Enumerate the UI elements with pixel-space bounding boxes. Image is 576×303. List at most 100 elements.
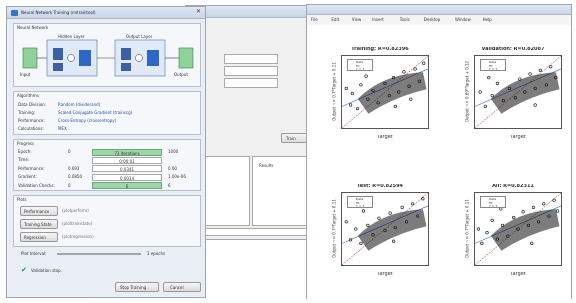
cancel-label: Cancel bbox=[170, 285, 184, 290]
progress-start: 0 bbox=[68, 182, 71, 188]
data-point bbox=[400, 205, 404, 209]
bg-field-2[interactable] bbox=[224, 66, 278, 76]
progress-row: Validation Checks: 0 6 6 bbox=[18, 182, 198, 190]
x-axis-label: Target bbox=[510, 272, 526, 277]
hidden-layer-label: Hidden Layer bbox=[58, 34, 85, 39]
data-point bbox=[490, 218, 494, 222]
legend-entry: Y = T bbox=[489, 68, 498, 71]
bg-field-1[interactable] bbox=[224, 54, 278, 64]
algorithm-key: Performance: bbox=[18, 118, 45, 123]
progress-target: 1000 bbox=[168, 149, 179, 154]
y-axis-label: Output ~= 0.69*Target + 0.12 bbox=[464, 60, 470, 123]
data-point bbox=[528, 72, 532, 76]
menu-item[interactable]: File bbox=[311, 17, 318, 22]
progress-bar: 0.0034 bbox=[92, 173, 162, 181]
data-point bbox=[485, 230, 489, 235]
network-section-title: Neural Network bbox=[17, 25, 49, 30]
progress-current: 0.0034 bbox=[120, 175, 134, 181]
hidden-weight-box bbox=[53, 48, 63, 60]
close-icon[interactable]: ✕ bbox=[196, 9, 201, 14]
plot-training-state-button[interactable]: Training State bbox=[20, 219, 58, 229]
plot-legend: Data Fit Y = T bbox=[347, 59, 373, 71]
bg-train-button-label: Train bbox=[286, 136, 296, 141]
plot-regression-button[interactable]: Regression bbox=[20, 232, 58, 242]
data-point bbox=[552, 198, 556, 202]
plot-performance-button[interactable]: Performance bbox=[20, 206, 58, 216]
progress-row: Performance: 0.693 0.0341 0.00 bbox=[18, 165, 198, 173]
algorithm-row: Data Division: Random (dividerand) bbox=[18, 101, 198, 109]
plot-interval-value: 1 epochs bbox=[147, 251, 166, 256]
menu-item[interactable]: Desktop bbox=[424, 17, 441, 22]
app-icon bbox=[11, 10, 18, 16]
bg-list-1[interactable] bbox=[204, 156, 250, 226]
legend-entry: Y = T bbox=[356, 68, 365, 71]
menu-item[interactable]: Edit bbox=[331, 17, 339, 22]
data-density-cloud bbox=[490, 209, 560, 251]
data-point bbox=[422, 61, 426, 65]
x-axis-label: Target bbox=[377, 272, 393, 277]
progress-current: 6 bbox=[125, 184, 129, 190]
progress-key: Validation Checks: bbox=[18, 182, 55, 188]
progress-bar: 6 bbox=[92, 182, 162, 190]
regression-plot-title: Validation: R=0.82087 bbox=[481, 47, 545, 52]
data-point bbox=[542, 202, 546, 206]
bg-dropdown[interactable] bbox=[204, 228, 312, 236]
hidden-transfer-box bbox=[79, 50, 91, 66]
tool-titlebar: Neural Network Training (nntraintool) ✕ bbox=[7, 7, 205, 19]
figure-window: File Edit View Insert Tools Desktop Window Help… bbox=[306, 4, 572, 299]
progress-row: Gradient: 0.0850 0.0034 1.00e-06 bbox=[18, 173, 198, 181]
cancel-button[interactable]: Cancel bbox=[163, 282, 201, 292]
plot-button-row: Training State (plottrainstate) bbox=[20, 218, 200, 231]
data-point bbox=[487, 76, 491, 80]
hidden-bias-box bbox=[53, 63, 63, 71]
tool-title: Neural Network Training (nntraintool) bbox=[21, 10, 96, 15]
output-transfer-box bbox=[147, 50, 159, 66]
data-point bbox=[476, 227, 481, 231]
bg-field-3[interactable] bbox=[224, 78, 278, 88]
data-point bbox=[350, 91, 354, 96]
plots-section-title: Plots bbox=[17, 197, 27, 202]
progress-current: 0.0341 bbox=[120, 167, 134, 173]
algorithm-value: Scaled Conjugate Gradient (trainscg) bbox=[58, 110, 133, 115]
algorithm-value: Random (dividerand) bbox=[58, 102, 101, 107]
algorithm-row: Performance: Cross-Entropy (crossentropy) bbox=[18, 117, 198, 125]
data-point bbox=[478, 90, 482, 94]
data-point bbox=[413, 67, 417, 71]
y-axis-label: Output ~= 0.7*Target + 0.11 bbox=[331, 62, 337, 121]
figure-canvas: Training: R=0.82396 Data Fit Y = T Target Out… bbox=[307, 25, 571, 299]
menu-item[interactable]: Insert bbox=[372, 17, 383, 22]
menu-item[interactable]: Tools bbox=[400, 17, 410, 22]
progress-key: Epoch: bbox=[18, 149, 32, 154]
plot-interval-slider[interactable] bbox=[57, 253, 141, 255]
data-point bbox=[388, 211, 392, 215]
menu-item[interactable]: Window bbox=[455, 17, 471, 22]
regression-plot-title: All: R=0.82311 bbox=[492, 184, 534, 189]
output-block bbox=[178, 47, 194, 69]
plot-button-hint: (plotregression) bbox=[62, 234, 94, 239]
data-point bbox=[364, 74, 368, 78]
bg-list-2[interactable]: Results bbox=[252, 156, 312, 226]
data-point bbox=[555, 209, 560, 213]
progress-start: 0.693 bbox=[68, 165, 80, 171]
output-layer-label: Output Layer bbox=[126, 34, 153, 39]
stop-training-label: Stop Training bbox=[120, 285, 147, 290]
data-point bbox=[344, 86, 348, 91]
figure-titlebar bbox=[307, 5, 571, 15]
data-point bbox=[359, 241, 363, 246]
regression-plot-title: Test: R=0.82594 bbox=[356, 184, 404, 189]
data-point bbox=[538, 68, 542, 72]
menu-item[interactable]: Help bbox=[483, 17, 492, 22]
data-point bbox=[421, 197, 425, 201]
data-point bbox=[495, 81, 499, 85]
data-point bbox=[359, 83, 363, 87]
algorithms-list: Data Division: Random (dividerand) Trainin… bbox=[18, 101, 198, 133]
algorithms-section-title: Algorithms bbox=[17, 93, 39, 98]
menu-item[interactable]: View bbox=[352, 17, 362, 22]
progress-target: 6 bbox=[168, 182, 171, 188]
data-point bbox=[530, 241, 534, 246]
stop-training-button[interactable]: Stop Training bbox=[115, 282, 159, 292]
progress-table: Epoch: 0 73 iterations 1000 Time: 0:00:01 Perf… bbox=[18, 148, 198, 190]
plot-button-label: Regression bbox=[24, 235, 46, 240]
output-sum-node bbox=[135, 54, 143, 62]
data-point bbox=[344, 220, 348, 224]
